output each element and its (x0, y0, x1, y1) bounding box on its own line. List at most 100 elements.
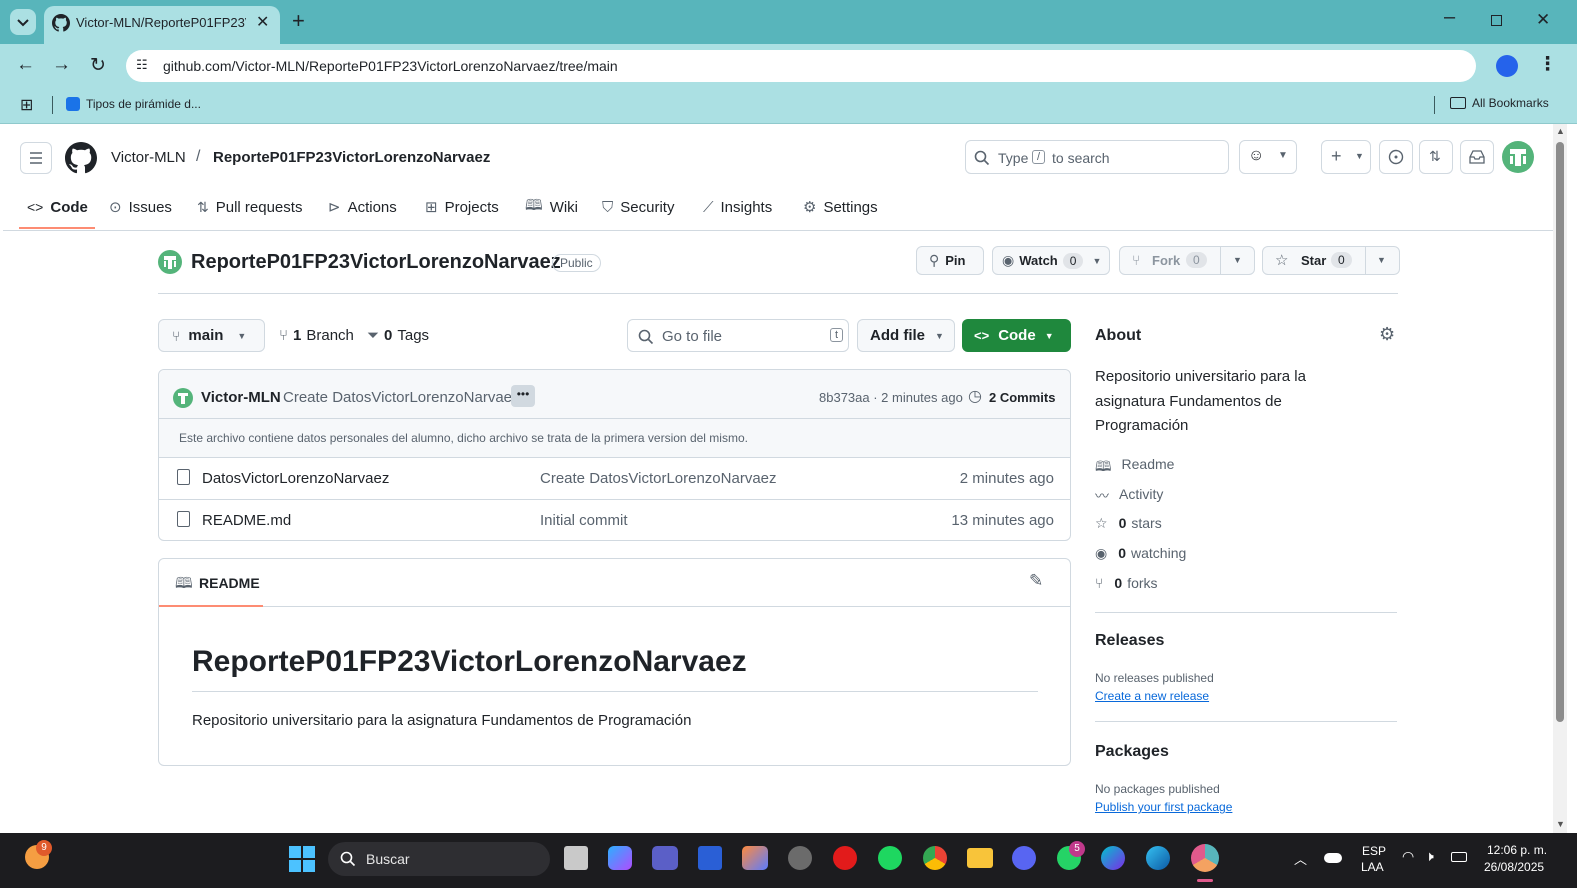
fork-button[interactable]: ⑂ Fork 0 ▼ (1119, 246, 1255, 275)
close-window-button[interactable]: ✕ (1536, 10, 1550, 30)
edit-pencil-icon[interactable]: ✎ (1029, 571, 1043, 591)
tab-pull-requests[interactable]: ⇅ Pull requests (197, 196, 302, 218)
address-bar[interactable]: ☷ github.com/Victor-MLN/ReporteP01FP23Vi… (126, 50, 1476, 82)
tray-overflow-icon[interactable]: ︿ (1294, 849, 1307, 868)
releases-title[interactable]: Releases (1095, 632, 1164, 650)
tab-insights[interactable]: ⟋ Insights (703, 196, 772, 218)
spotify-icon[interactable] (878, 846, 902, 870)
table-row[interactable]: DatosVictorLorenzoNarvaez Create DatosVi… (159, 458, 1070, 500)
branch-selector[interactable]: ⑂ main ▼ (158, 319, 265, 352)
tab-issues[interactable]: ⊙ Issues (109, 196, 172, 218)
language-layout[interactable]: LAA (1361, 860, 1384, 874)
onedrive-icon[interactable] (1324, 853, 1342, 863)
scrollbar-thumb[interactable] (1556, 142, 1564, 722)
volume-muted-icon[interactable]: 🕨 (1425, 848, 1434, 865)
packages-title[interactable]: Packages (1095, 743, 1169, 761)
restore-button[interactable] (1491, 15, 1502, 26)
minimize-button[interactable]: – (1444, 6, 1455, 29)
file-commit-message[interactable]: Initial commit (540, 512, 628, 529)
commit-author[interactable]: Victor-MLN (201, 389, 281, 406)
new-tab-button[interactable]: + (292, 8, 305, 34)
about-stars-link[interactable]: ☆ 0 stars (1095, 515, 1162, 532)
table-row[interactable]: README.md Initial commit 13 minutes ago (159, 500, 1070, 541)
publish-package-link[interactable]: Publish your first package (1095, 800, 1232, 814)
pin-button[interactable]: ⚲ Pin (916, 246, 984, 275)
readme-tab[interactable]: README (199, 575, 260, 591)
m365-icon[interactable] (742, 846, 768, 870)
bookmark-item[interactable]: Tipos de pirámide d... (66, 97, 201, 111)
code-button[interactable]: <> Code ▼ (962, 319, 1071, 352)
back-arrow-icon[interactable]: ← (16, 54, 35, 76)
about-forks-link[interactable]: ⑂ 0 forks (1095, 575, 1158, 591)
hamburger-menu-button[interactable] (20, 142, 52, 174)
copilot-button[interactable]: ☺ ▼ (1239, 140, 1297, 174)
language-code[interactable]: ESP (1362, 844, 1386, 858)
pulls-global-button[interactable]: ⇅ (1419, 140, 1453, 174)
browser-tab[interactable]: Victor-MLN/ReporteP01FP23Vi ✕ (44, 6, 280, 44)
clock-date[interactable]: 26/08/2025 (1484, 860, 1544, 874)
star-button[interactable]: ☆ Star 0 ▼ (1262, 246, 1400, 275)
file-commit-message[interactable]: Create DatosVictorLorenzoNarvaez (540, 470, 777, 487)
commit-hash-time[interactable]: 8b373aa · 2 minutes ago (819, 390, 963, 405)
copilot-app-icon[interactable] (608, 846, 632, 870)
commit-message[interactable]: Create DatosVictorLorenzoNarvaez (283, 389, 520, 406)
clock-time[interactable]: 12:06 p. m. (1487, 843, 1547, 857)
issues-global-button[interactable] (1379, 140, 1413, 174)
tab-actions[interactable]: ⊳ Actions (328, 196, 397, 218)
create-release-link[interactable]: Create a new release (1095, 689, 1209, 703)
commits-link[interactable]: 2 Commits (989, 390, 1055, 405)
page-scrollbar[interactable]: ▲ ▼ (1553, 124, 1567, 833)
tab-close-icon[interactable]: ✕ (256, 12, 269, 32)
edge-icon[interactable] (1146, 846, 1170, 870)
create-new-button[interactable]: + ▼ (1321, 140, 1371, 174)
about-settings-gear-icon[interactable]: ⚙ (1379, 324, 1395, 345)
file-explorer-icon[interactable] (967, 848, 993, 868)
chevron-down-icon[interactable]: ▼ (1233, 255, 1242, 265)
tab-list-button[interactable] (10, 9, 36, 35)
commit-expand-button[interactable]: ••• (511, 385, 535, 407)
menu-dots-icon[interactable]: ⋮ (1538, 53, 1557, 76)
app-icon-m[interactable] (698, 846, 722, 870)
tab-wiki[interactable]: 🕮 Wiki (525, 196, 578, 218)
forward-arrow-icon[interactable]: → (52, 54, 71, 76)
github-logo-icon[interactable] (65, 142, 97, 174)
taskbar-search[interactable]: Buscar (328, 842, 550, 876)
scrollbar-down-arrow[interactable]: ▼ (1556, 819, 1565, 829)
tab-projects[interactable]: ⊞ Projects (425, 196, 499, 218)
unity-icon[interactable] (788, 846, 812, 870)
user-avatar[interactable] (1502, 141, 1534, 173)
media-player-icon[interactable] (833, 846, 857, 870)
scrollbar-up-arrow[interactable]: ▲ (1556, 126, 1565, 136)
wifi-icon[interactable]: ◠ (1402, 848, 1414, 865)
watch-button[interactable]: ◉ Watch 0 ▼ (992, 246, 1110, 275)
about-watching-link[interactable]: ◉ 0 watching (1095, 545, 1186, 562)
file-name[interactable]: README.md (202, 512, 291, 529)
canva-icon[interactable] (1101, 846, 1125, 870)
active-chrome-icon[interactable] (1191, 844, 1219, 872)
battery-icon[interactable] (1451, 852, 1467, 862)
tab-code[interactable]: <> Code (27, 196, 88, 218)
search-input[interactable]: Type / to search (965, 140, 1229, 174)
go-to-file-input[interactable]: Go to file t (627, 319, 849, 352)
file-name[interactable]: DatosVictorLorenzoNarvaez (202, 470, 389, 487)
profile-avatar[interactable] (1496, 55, 1518, 77)
teams-icon[interactable] (652, 846, 678, 870)
discord-icon[interactable] (1012, 846, 1036, 870)
repo-name-link[interactable]: ReporteP01FP23VictorLorenzoNarvaez (213, 149, 490, 166)
about-readme-link[interactable]: 🕮 Readme (1095, 456, 1174, 480)
chevron-down-icon[interactable]: ▼ (1377, 255, 1386, 265)
about-activity-link[interactable]: 〰 Activity (1095, 486, 1163, 506)
chrome-icon[interactable] (923, 846, 947, 870)
owner-link[interactable]: Victor-MLN (111, 149, 186, 166)
start-windows-icon[interactable] (289, 846, 315, 872)
task-view-icon[interactable] (564, 846, 588, 870)
add-file-button[interactable]: Add file ▼ (857, 319, 955, 352)
branches-link[interactable]: ⑂ 1 Branch (279, 327, 354, 344)
tab-security[interactable]: ⛉ Security (602, 196, 674, 218)
inbox-button[interactable] (1460, 140, 1494, 174)
all-bookmarks-button[interactable]: All Bookmarks (1450, 96, 1549, 110)
reload-icon[interactable]: ↻ (90, 54, 106, 77)
site-info-icon[interactable]: ☷ (136, 57, 148, 73)
repo-title[interactable]: ReporteP01FP23VictorLorenzoNarvaez (191, 251, 561, 274)
tags-link[interactable]: ⏷ 0 Tags (367, 327, 429, 344)
